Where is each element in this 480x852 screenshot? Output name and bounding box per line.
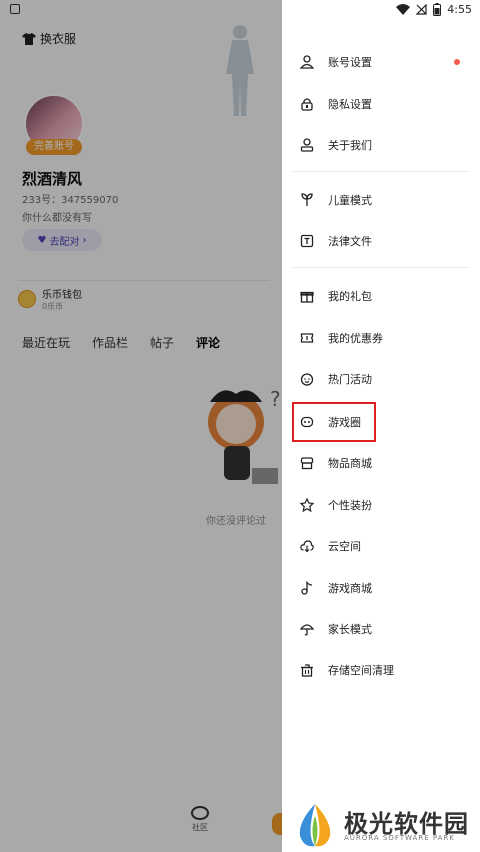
document-t-icon bbox=[298, 232, 316, 250]
menu-label: 隐私设置 bbox=[328, 98, 372, 111]
menu-item-cloud-space[interactable]: 云空间 bbox=[282, 528, 480, 564]
signal-off-icon bbox=[416, 4, 427, 15]
ticket-icon bbox=[298, 329, 316, 347]
cloud-download-icon bbox=[298, 537, 316, 555]
status-time: 4:55 bbox=[447, 3, 472, 16]
about-person-icon bbox=[298, 136, 316, 154]
menu-label: 法律文件 bbox=[328, 235, 372, 248]
battery-icon bbox=[433, 3, 442, 16]
menu-item-legal-docs[interactable]: 法律文件 bbox=[282, 223, 480, 259]
menu-label: 存储空间清理 bbox=[328, 664, 394, 677]
wifi-icon bbox=[396, 4, 411, 15]
menu-item-game-store[interactable]: 游戏商城 bbox=[282, 570, 480, 606]
menu-item-account-settings[interactable]: 账号设置 bbox=[282, 44, 480, 80]
drawer-scrim[interactable] bbox=[0, 0, 282, 852]
menu-item-personal-dress[interactable]: 个性装扮 bbox=[282, 487, 480, 523]
star-dress-icon bbox=[298, 496, 316, 514]
menu-label: 儿童模式 bbox=[328, 194, 372, 207]
gift-icon bbox=[298, 287, 316, 305]
menu-label: 游戏商城 bbox=[328, 582, 372, 595]
person-icon bbox=[298, 53, 316, 71]
menu-label: 云空间 bbox=[328, 540, 361, 553]
side-drawer: 4:55 账号设置 隐私设置 关于我们 儿童模式 法律文件 我的礼包 我的优惠券… bbox=[282, 0, 480, 852]
menu-item-about-us[interactable]: 关于我们 bbox=[282, 127, 480, 163]
highlight-box bbox=[292, 402, 376, 442]
menu-label: 关于我们 bbox=[328, 139, 372, 152]
aurora-logo bbox=[299, 804, 331, 847]
watermark-subtitle: AURORA SOFTWARE PARK bbox=[344, 834, 455, 842]
menu-label: 物品商城 bbox=[328, 457, 372, 470]
sprout-icon bbox=[298, 191, 316, 209]
menu-label: 账号设置 bbox=[328, 56, 372, 69]
menu-item-child-mode[interactable]: 儿童模式 bbox=[282, 182, 480, 218]
store-icon bbox=[298, 454, 316, 472]
menu-item-my-gifts[interactable]: 我的礼包 bbox=[282, 278, 480, 314]
menu-divider bbox=[292, 171, 470, 172]
menu-item-privacy-settings[interactable]: 隐私设置 bbox=[282, 86, 480, 122]
menu-item-storage-cleanup[interactable]: 存储空间清理 bbox=[282, 652, 480, 688]
menu-item-parent-mode[interactable]: 家长模式 bbox=[282, 611, 480, 647]
lock-icon bbox=[298, 95, 316, 113]
umbrella-icon bbox=[298, 620, 316, 638]
watermark: 极光软件园 AURORA SOFTWARE PARK bbox=[286, 800, 480, 852]
menu-item-my-coupons[interactable]: 我的优惠券 bbox=[282, 320, 480, 356]
trash-icon bbox=[298, 661, 316, 679]
menu-label: 我的优惠券 bbox=[328, 332, 383, 345]
menu-item-item-store[interactable]: 物品商城 bbox=[282, 445, 480, 481]
menu-divider bbox=[292, 267, 470, 268]
menu-item-hot-events[interactable]: 热门活动 bbox=[282, 361, 480, 397]
menu-label: 家长模式 bbox=[328, 623, 372, 636]
status-bar: 4:55 bbox=[396, 3, 472, 16]
music-note-icon bbox=[298, 579, 316, 597]
notification-dot bbox=[454, 59, 460, 65]
menu-label: 我的礼包 bbox=[328, 290, 372, 303]
menu-label: 个性装扮 bbox=[328, 499, 372, 512]
smile-icon bbox=[298, 370, 316, 388]
menu-label: 热门活动 bbox=[328, 373, 372, 386]
